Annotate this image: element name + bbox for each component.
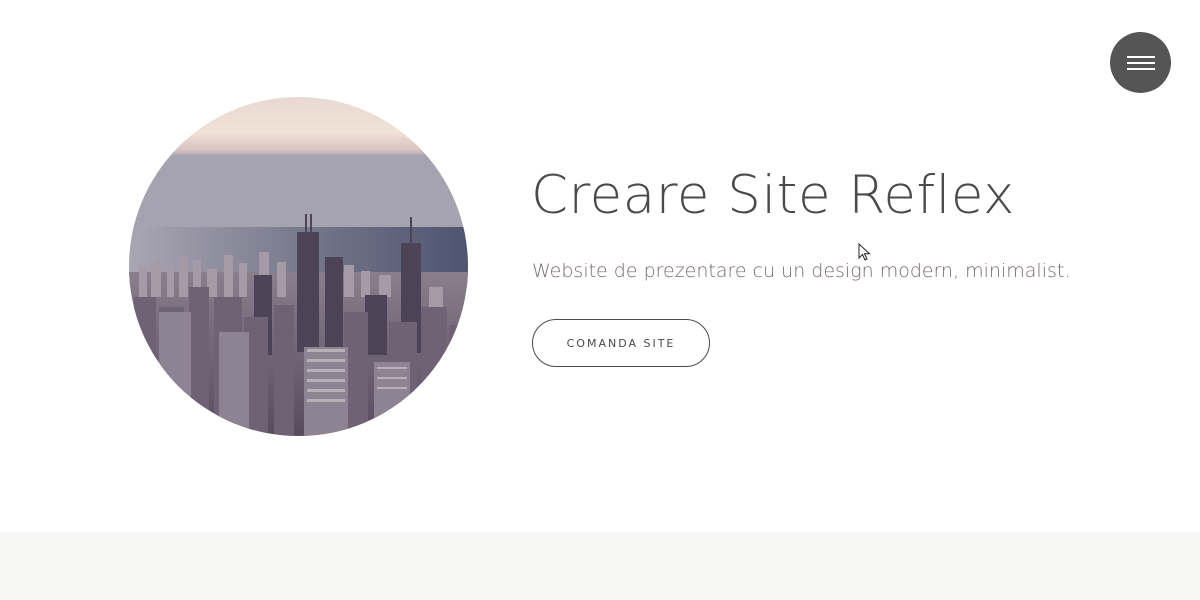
hero-title: Creare Site Reflex: [531, 165, 1015, 226]
hamburger-icon: [1126, 55, 1155, 70]
city-skyline-image: [129, 97, 468, 436]
hero-section: Creare Site Reflex Website de prezentare…: [0, 0, 1200, 532]
page: Creare Site Reflex Website de prezentare…: [0, 0, 1200, 600]
hero-subtitle: Website de prezentare cu un design moder…: [532, 260, 1071, 282]
menu-button[interactable]: [1110, 32, 1171, 93]
order-site-button[interactable]: COMANDA SITE: [532, 319, 710, 367]
next-section-band: [0, 532, 1200, 600]
